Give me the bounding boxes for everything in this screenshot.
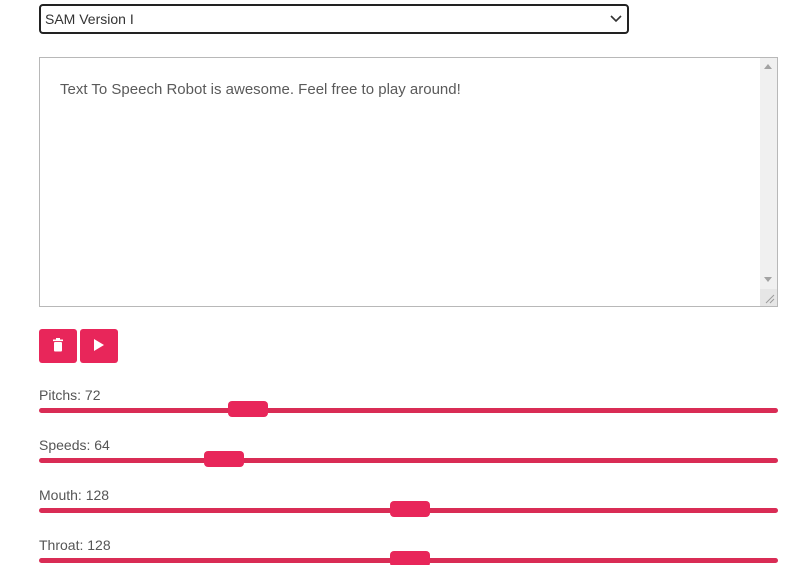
throat-slider-group: Throat: 128 — [39, 537, 778, 565]
speech-text-content: Text To Speech Robot is awesome. Feel fr… — [60, 81, 461, 98]
tts-app: SAM Version I Text To Speech Robot is aw… — [0, 0, 800, 565]
mouth-slider-thumb[interactable] — [389, 501, 430, 517]
play-button[interactable] — [80, 329, 118, 363]
trash-icon — [52, 337, 64, 355]
pitch-slider-group: Pitchs: 72 — [39, 387, 778, 417]
speed-slider-group: Speeds: 64 — [39, 437, 778, 467]
chevron-down-icon — [605, 6, 627, 32]
speed-slider-thumb[interactable] — [204, 451, 245, 467]
clear-button[interactable] — [39, 329, 77, 363]
throat-slider[interactable] — [39, 551, 778, 565]
speed-slider-rail[interactable] — [39, 458, 778, 463]
scroll-down-arrow-icon[interactable] — [764, 277, 772, 282]
scroll-up-arrow-icon[interactable] — [764, 64, 772, 69]
pitch-label: Pitchs: 72 — [39, 387, 101, 403]
pitch-slider[interactable] — [39, 401, 778, 417]
textarea-scrollbar[interactable] — [760, 58, 777, 306]
mouth-slider-group: Mouth: 128 — [39, 487, 778, 517]
voice-select-value: SAM Version I — [45, 11, 134, 27]
resize-grip-icon[interactable] — [760, 289, 777, 306]
play-icon — [93, 338, 105, 355]
pitch-slider-thumb[interactable] — [227, 401, 268, 417]
speed-slider[interactable] — [39, 451, 778, 467]
pitch-slider-rail[interactable] — [39, 408, 778, 413]
throat-slider-thumb[interactable] — [389, 551, 430, 565]
speech-text-input[interactable]: Text To Speech Robot is awesome. Feel fr… — [39, 57, 778, 307]
mouth-slider[interactable] — [39, 501, 778, 517]
voice-select[interactable]: SAM Version I — [39, 4, 629, 34]
speed-label: Speeds: 64 — [39, 437, 110, 453]
